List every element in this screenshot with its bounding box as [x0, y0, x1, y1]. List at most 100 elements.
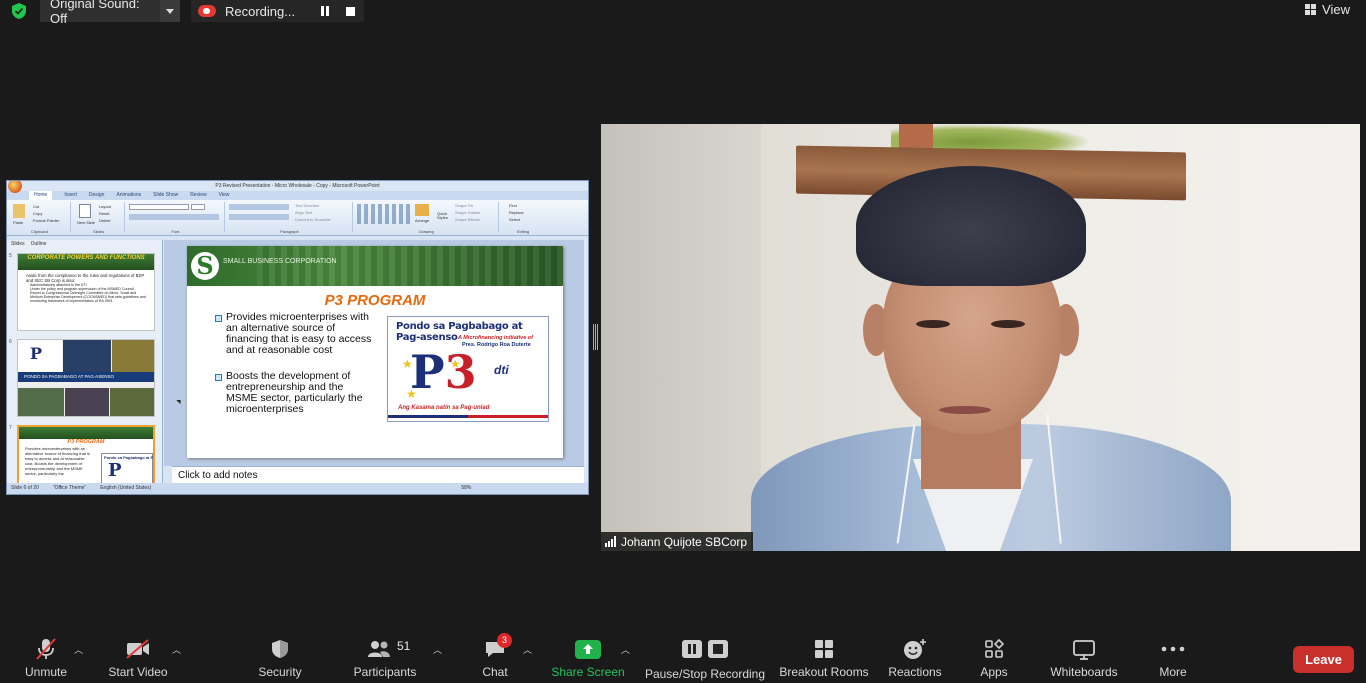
thumb-bullet: Report to Congressional Oversight Commit… [30, 291, 146, 303]
pane-tab-outline[interactable]: Outline [31, 240, 47, 248]
notes-pane[interactable]: Click to add notes [172, 466, 584, 483]
font-name-box[interactable] [129, 204, 189, 210]
reset-button[interactable]: Reset [99, 211, 109, 216]
thumb-paragraph: Aside from the compliance to the rules a… [26, 273, 145, 283]
p3-logo-stripe [388, 415, 548, 418]
ppt-ribbon: Paste Cut Copy Format Painter Clipboard … [7, 200, 588, 236]
status-language: English (United States) [100, 485, 152, 491]
new-slide-icon[interactable] [79, 204, 91, 218]
find-button[interactable]: Find [509, 203, 517, 208]
p3-logo-tagline: A Microfinancing initiative of [458, 335, 533, 341]
text-direction-button[interactable]: Text Direction [295, 203, 319, 208]
encryption-shield-icon[interactable] [10, 2, 28, 20]
share-screen-button[interactable]: Share Screen [551, 630, 625, 683]
delete-button[interactable]: Delete [99, 218, 111, 223]
font-size-box[interactable] [191, 204, 205, 210]
participants-button[interactable]: 51 Participants [352, 630, 418, 683]
ppt-tab-insert[interactable]: Insert [64, 191, 77, 200]
cut-button[interactable]: Cut [33, 204, 39, 209]
format-painter-button[interactable]: Format Painter [33, 218, 59, 223]
thumb-number: 5 [9, 253, 12, 259]
shape-outline-button[interactable]: Shape Outline [455, 210, 480, 215]
p3-logo-mark: P3 [410, 345, 477, 399]
security-button[interactable]: Security [256, 630, 304, 683]
shape-effects-button[interactable]: Shape Effects [455, 217, 480, 222]
star-icon: ★ [402, 357, 413, 371]
ribbon-group-slides: New Slide Layout Reset Delete Slides [73, 202, 125, 234]
breakout-rooms-button[interactable]: Breakout Rooms [778, 630, 870, 683]
ppt-tab-review[interactable]: Review [190, 191, 206, 200]
convert-smartart-button[interactable]: Convert to SmartArt [295, 217, 330, 222]
paragraph-group-label: Paragraph [280, 229, 299, 234]
ppt-tab-view[interactable]: View [219, 191, 230, 200]
current-slide[interactable]: S SMALL BUSINESS CORPORATION P3 PROGRAM … [187, 246, 563, 458]
start-video-button[interactable]: Start Video [106, 630, 170, 683]
slide-thumbnail-5[interactable]: CORPORATE POWERS AND FUNCTIONS Aside fro… [17, 253, 155, 331]
list-buttons[interactable] [229, 204, 289, 210]
pane-tabs: Slides Outline [7, 240, 162, 248]
p3-logo-image[interactable]: Pondo sa Pagbabago at Pag-asenso A Micro… [387, 316, 549, 422]
video-eye [916, 320, 950, 328]
breakout-rooms-icon [813, 630, 835, 668]
sbcorp-brand-text: SMALL BUSINESS CORPORATION [223, 258, 337, 265]
slide-title[interactable]: P3 PROGRAM [187, 292, 563, 309]
pane-tab-slides[interactable]: Slides [11, 240, 25, 248]
shape-fill-button[interactable]: Shape Fill [455, 203, 473, 208]
select-button[interactable]: Select [509, 217, 520, 222]
layout-button[interactable]: Layout [99, 204, 111, 209]
whiteboards-button[interactable]: Whiteboards [1046, 630, 1122, 683]
pause-stop-icon [681, 630, 729, 668]
audio-options-caret-icon[interactable]: ︿ [74, 643, 83, 656]
paste-icon[interactable] [13, 204, 25, 218]
font-format-buttons[interactable] [129, 214, 219, 220]
pause-recording-icon[interactable] [319, 5, 331, 17]
stop-recording-icon[interactable] [346, 7, 355, 16]
status-zoom[interactable]: 58% [461, 483, 471, 494]
security-shield-icon [269, 630, 291, 668]
slide-thumbnail-7[interactable]: P3 PROGRAM Provides microenterprises wit… [17, 425, 155, 485]
copy-button[interactable]: Copy [33, 211, 42, 216]
quick-styles-label[interactable]: Quick Styles [437, 212, 451, 220]
drawing-group-label: Drawing [419, 229, 434, 234]
participant-name: Johann Quijote SBCorp [621, 534, 748, 549]
slide-vertical-scrollbar[interactable] [584, 240, 588, 466]
pause-stop-recording-label: Pause/Stop Recording [644, 667, 766, 681]
unmute-button[interactable]: Unmute [22, 630, 70, 683]
more-button[interactable]: More [1154, 630, 1192, 683]
slide-editing-area[interactable]: S SMALL BUSINESS CORPORATION P3 PROGRAM … [164, 240, 584, 466]
participant-video[interactable] [601, 124, 1360, 551]
thumb-photo: P [18, 340, 62, 372]
ppt-tab-animations[interactable]: Animations [116, 191, 141, 200]
slide-thumbnail-6[interactable]: P PONDO SA PAGBABAGO AT PAG-ASENSO [17, 339, 155, 417]
reactions-button[interactable]: Reactions [886, 630, 944, 683]
replace-button[interactable]: Replace [509, 210, 524, 215]
align-buttons[interactable] [229, 214, 289, 220]
participants-options-caret-icon[interactable]: ︿ [433, 643, 442, 656]
thumb-banner: PONDO SA PAGBABAGO AT PAG-ASENSO [18, 372, 154, 382]
top-bar: Original Sound: Off Recording... View [0, 0, 1366, 26]
whiteboard-icon [1072, 630, 1096, 668]
chat-options-caret-icon[interactable]: ︿ [523, 643, 532, 656]
shapes-gallery[interactable] [357, 204, 411, 224]
ppt-tab-slideshow[interactable]: Slide Show [153, 191, 178, 200]
arrange-icon[interactable] [415, 204, 429, 216]
chat-button[interactable]: 3 Chat [478, 630, 512, 683]
align-text-button[interactable]: Align Text [295, 210, 312, 215]
panel-resize-handle[interactable] [593, 324, 598, 350]
pause-stop-recording-button[interactable]: Pause/Stop Recording [644, 630, 766, 683]
leave-button[interactable]: Leave [1293, 646, 1354, 673]
status-theme: "Office Theme" [52, 485, 87, 491]
share-options-caret-icon[interactable]: ︿ [621, 643, 630, 656]
ppt-status-bar: Slide 6 of 20 "Office Theme" English (Un… [7, 483, 588, 494]
ppt-tab-home[interactable]: Home [29, 191, 53, 200]
view-button[interactable]: View [1305, 2, 1350, 17]
original-sound-toggle[interactable]: Original Sound: Off [40, 0, 180, 26]
apps-button[interactable]: Apps [976, 630, 1012, 683]
chevron-down-icon[interactable] [160, 0, 180, 22]
video-camera-off-icon [124, 630, 152, 668]
font-group-label: Font [171, 229, 180, 234]
slide-bullets[interactable]: Provides microenterprises with an altern… [215, 312, 375, 430]
video-options-caret-icon[interactable]: ︿ [172, 643, 181, 656]
ppt-tab-design[interactable]: Design [89, 191, 105, 200]
apps-icon [983, 630, 1005, 668]
